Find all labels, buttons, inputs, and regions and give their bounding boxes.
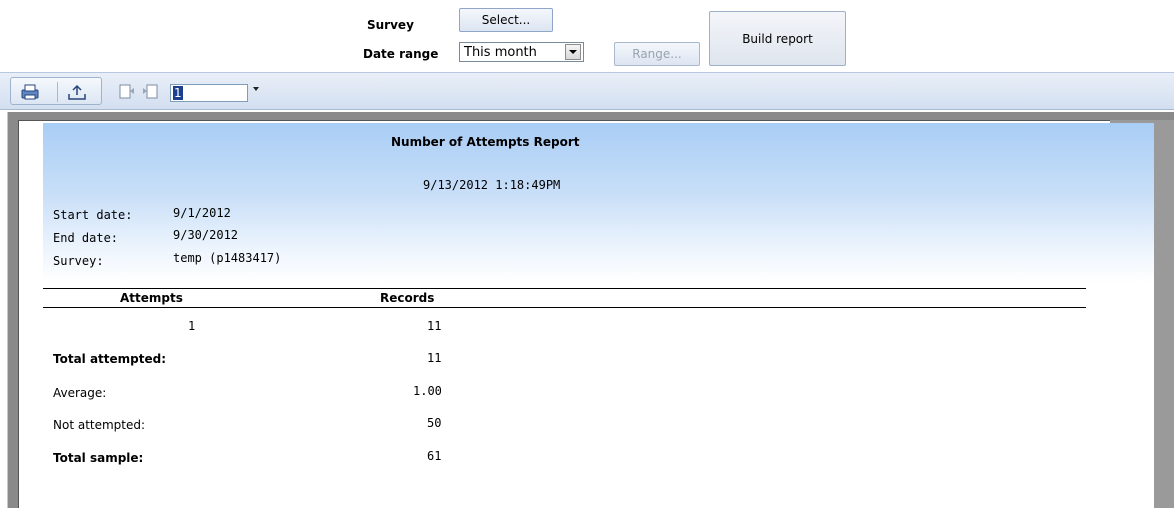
export-icon[interactable] [66,83,88,101]
chevron-down-icon[interactable] [565,44,581,60]
report-viewer-toolbar: 1 [0,72,1174,110]
summary-average-value: 1.00 [413,384,442,398]
date-range-label: Date range [363,47,439,61]
toolbar-button-group [10,77,102,105]
next-page-icon[interactable] [141,83,163,101]
summary-total-attempted-value: 11 [427,351,442,365]
survey-select-button[interactable]: Select... [459,8,553,32]
row-attempts-value: 1 [188,319,196,333]
survey-label: Survey [367,18,414,32]
meta-end-value: 9/30/2012 [173,228,239,242]
meta-survey-label: Survey: [53,254,104,268]
date-range-value: This month [464,44,537,60]
meta-start-value: 9/1/2012 [173,206,231,220]
row-records-value: 11 [427,319,442,333]
summary-total-sample-value: 61 [427,449,442,463]
summary-total-sample-label: Total sample: [53,451,144,465]
range-button[interactable]: Range... [614,42,700,66]
page-dropdown-icon[interactable] [253,87,259,105]
report-page: Number of Attempts Report 9/13/2012 1:18… [43,123,1154,508]
page-number-input[interactable]: 1 [170,84,248,102]
column-header-records: Records [380,291,435,305]
page-number-value: 1 [173,86,183,100]
meta-survey-value: temp (p1483417) [173,251,282,265]
meta-end-label: End date: [53,231,119,245]
meta-start-label: Start date: [53,208,133,222]
table-top-rule [43,288,1086,289]
summary-average-label: Average: [53,386,107,400]
previous-page-icon[interactable] [116,83,136,101]
date-range-select[interactable]: This month [459,42,584,62]
summary-total-attempted-label: Total attempted: [53,352,167,366]
summary-not-attempted-value: 50 [427,416,442,430]
toolbar-separator [57,82,58,102]
build-report-button[interactable]: Build report [709,11,846,66]
print-icon[interactable] [19,83,41,101]
report-title: Number of Attempts Report [391,135,580,149]
summary-not-attempted-label: Not attempted: [53,418,146,432]
table-header-rule [43,307,1086,308]
column-header-attempts: Attempts [120,291,183,305]
report-datetime: 9/13/2012 1:18:49PM [423,178,561,192]
